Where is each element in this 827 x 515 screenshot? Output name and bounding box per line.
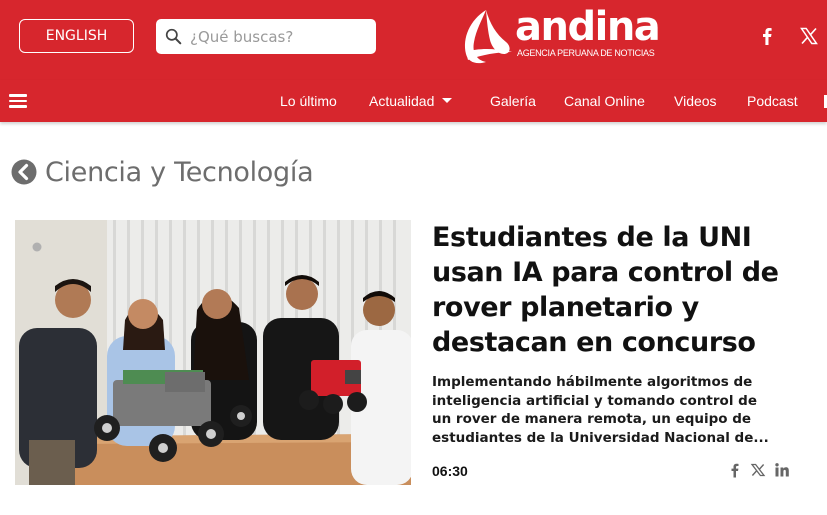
facebook-icon[interactable] [727, 462, 743, 478]
x-icon[interactable] [750, 462, 766, 478]
logo-mark-icon [464, 10, 512, 64]
language-button[interactable]: ENGLISH [19, 19, 134, 53]
top-header: ENGLISH andina AGENCIA PERUANA DE NOTICI… [0, 0, 827, 80]
nav-item-canal-online[interactable]: Canal Online [564, 93, 645, 109]
article-photo[interactable] [15, 220, 411, 485]
chevron-left-circle-icon[interactable] [11, 159, 37, 185]
search-input[interactable] [190, 19, 370, 54]
nav-item-podcast[interactable]: Podcast [747, 93, 798, 109]
article-time: 06:30 [432, 463, 468, 479]
linkedin-icon[interactable] [774, 462, 790, 478]
nav-item-videos[interactable]: Videos [674, 93, 717, 109]
logo-name: andina [515, 4, 661, 50]
article-summary: Implementando hábilmente algoritmos de i… [432, 374, 769, 446]
article-headline[interactable]: Estudiantes de la UNI usan IA para contr… [432, 220, 812, 360]
students-with-rover-image [15, 220, 411, 485]
nav-item-galeria[interactable]: Galería [490, 93, 536, 109]
nav-item-lo-ultimo[interactable]: Lo último [280, 93, 337, 109]
chevron-down-icon[interactable] [442, 98, 452, 103]
menu-icon[interactable] [9, 94, 27, 108]
andina-logo[interactable]: andina AGENCIA PERUANA DE NOTICIAS [460, 4, 661, 68]
section-title: Ciencia y Tecnología [45, 156, 314, 188]
nav-item-actualidad[interactable]: Actualidad [369, 93, 434, 109]
search-icon [165, 28, 182, 45]
logo-tagline: AGENCIA PERUANA DE NOTICIAS [517, 48, 655, 58]
search-box[interactable] [156, 19, 376, 54]
x-icon[interactable] [799, 26, 819, 46]
facebook-icon[interactable] [757, 26, 777, 46]
section-header: Ciencia y Tecnología [11, 156, 314, 188]
